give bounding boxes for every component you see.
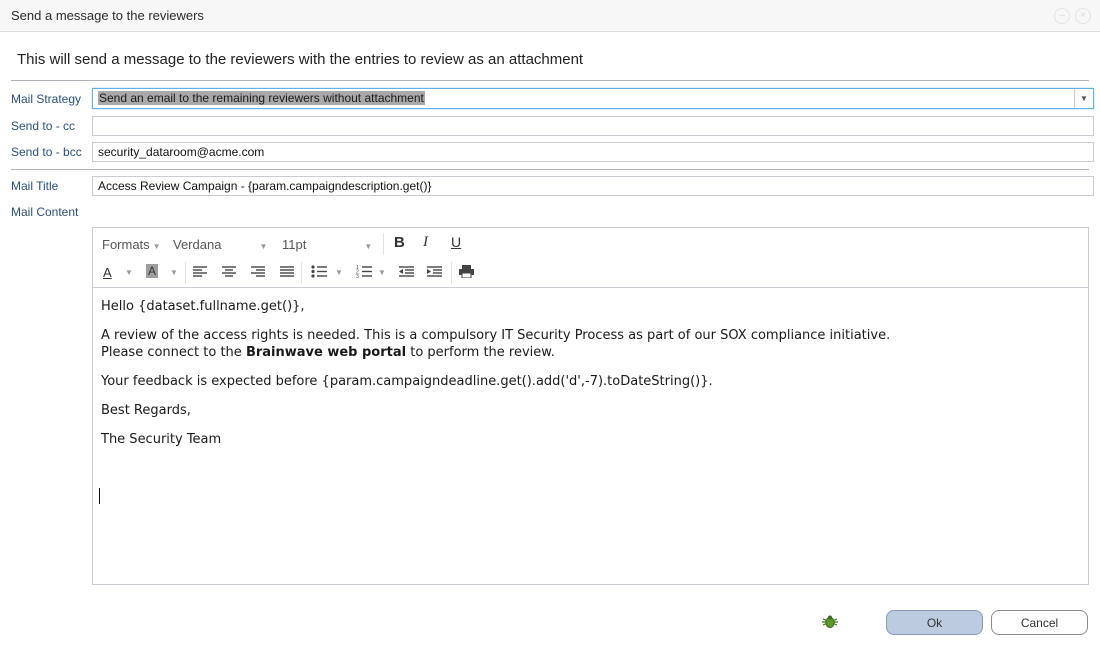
mail-strategy-select[interactable]: Send an email to the remaining reviewers…: [92, 88, 1094, 109]
align-justify-icon[interactable]: [280, 266, 294, 278]
mail-strategy-value: Send an email to the remaining reviewers…: [98, 91, 425, 105]
align-right-icon[interactable]: [251, 266, 265, 278]
toolbar-separator: [383, 233, 384, 255]
formats-dropdown[interactable]: Formats ▼: [102, 237, 161, 252]
indent-icon[interactable]: [427, 266, 442, 278]
font-family-label: Verdana: [173, 237, 222, 252]
text-cursor: [99, 488, 100, 504]
dialog-title: Send a message to the reviewers: [11, 8, 204, 23]
underline-icon[interactable]: U: [451, 234, 461, 250]
italic-icon[interactable]: I: [423, 234, 428, 251]
toolbar-separator: [451, 262, 452, 284]
bold-icon[interactable]: B: [394, 234, 405, 251]
bug-icon[interactable]: [822, 614, 838, 630]
toolbar-separator: [301, 262, 302, 284]
chevron-down-icon[interactable]: ▼: [335, 268, 343, 277]
numbered-list-icon[interactable]: 123: [356, 265, 372, 278]
print-icon[interactable]: [459, 265, 474, 278]
signature-line: The Security Team: [101, 432, 222, 447]
minimize-icon[interactable]: –: [1054, 8, 1070, 24]
body-line1: A review of the access rights is needed.…: [101, 328, 891, 343]
send-bcc-label: Send to - bcc: [11, 145, 82, 159]
send-cc-label: Send to - cc: [11, 119, 76, 133]
highlight-color-icon[interactable]: A: [146, 264, 159, 278]
chevron-down-icon[interactable]: ▼: [170, 268, 178, 277]
body-paragraph: A review of the access rights is needed.…: [101, 327, 1071, 361]
greeting-line: Hello {dataset.fullname.get()},: [101, 299, 305, 314]
divider: [11, 169, 1089, 170]
text-color-icon[interactable]: A: [103, 265, 112, 280]
cancel-button[interactable]: Cancel: [991, 610, 1088, 635]
chevron-down-icon[interactable]: ▼: [125, 268, 133, 277]
send-bcc-field[interactable]: security_dataroom@acme.com: [92, 142, 1094, 162]
svg-text:3: 3: [356, 274, 359, 278]
portal-link-text: Brainwave web portal: [245, 345, 407, 360]
ok-button[interactable]: Ok: [886, 610, 983, 635]
divider: [11, 80, 1089, 81]
chevron-down-icon[interactable]: ▼: [1074, 89, 1093, 108]
font-size-dropdown[interactable]: 11pt ▼: [282, 237, 372, 252]
feedback-line: Your feedback is expected before {param.…: [101, 374, 713, 389]
mail-content-label: Mail Content: [11, 205, 79, 219]
mail-strategy-label: Mail Strategy: [11, 92, 82, 106]
font-size-label: 11pt: [282, 237, 307, 252]
intro-text: This will send a message to the reviewer…: [17, 51, 584, 68]
dialog-titlebar: Send a message to the reviewers – ×: [0, 0, 1100, 32]
align-left-icon[interactable]: [193, 266, 207, 278]
body-line2-post: to perform the review.: [406, 345, 555, 360]
send-cc-field[interactable]: [92, 116, 1094, 136]
editor-toolbar: Formats ▼ Verdana ▼ 11pt ▼ B I U A ▼ A ▼ ▼ 12…: [93, 228, 1088, 288]
formats-label: Formats: [102, 237, 150, 252]
bullet-list-icon[interactable]: [311, 265, 327, 278]
toolbar-separator: [185, 262, 186, 284]
close-icon[interactable]: ×: [1075, 8, 1091, 24]
outdent-icon[interactable]: [399, 266, 414, 278]
rich-text-editor[interactable]: Formats ▼ Verdana ▼ 11pt ▼ B I U A ▼ A ▼ ▼ 12…: [92, 227, 1089, 585]
font-family-dropdown[interactable]: Verdana ▼: [173, 237, 267, 252]
chevron-down-icon[interactable]: ▼: [378, 268, 386, 277]
body-line2-pre: Please connect to the: [101, 345, 246, 360]
regards-line: Best Regards,: [101, 403, 191, 418]
mail-title-field[interactable]: Access Review Campaign - {param.campaign…: [92, 176, 1094, 196]
align-center-icon[interactable]: [222, 266, 236, 278]
mail-title-label: Mail Title: [11, 179, 59, 193]
editor-content[interactable]: Hello {dataset.fullname.get()}, A review…: [101, 298, 1071, 460]
